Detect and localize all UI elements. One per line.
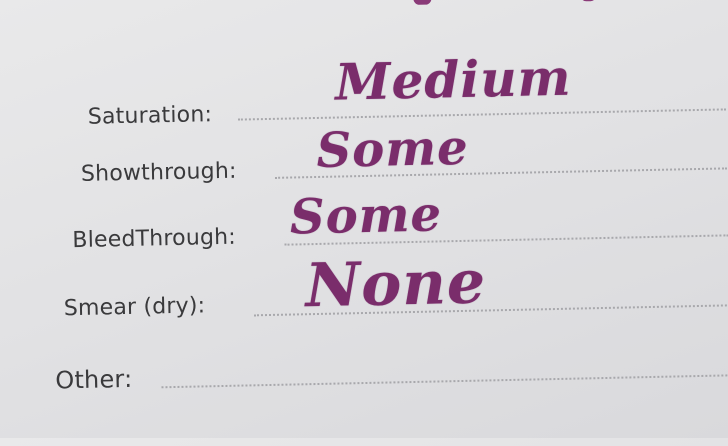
- other-rule: [161, 374, 728, 389]
- showthrough-label: Showthrough:: [80, 158, 237, 187]
- bleedthrough-label: BleedThrough:: [72, 224, 237, 254]
- other-label: Other:: [55, 364, 133, 395]
- saturation-value: Medium: [334, 47, 573, 112]
- saturation-label: Saturation:: [87, 102, 213, 130]
- cropped-handwriting-top-2: [580, 0, 597, 2]
- smear-dry-value: None: [304, 247, 487, 322]
- smear-dry-label: Smear (dry):: [63, 293, 206, 322]
- bleedthrough-value: Some: [289, 186, 443, 246]
- saturation-rule: [237, 108, 726, 121]
- cropped-handwriting-top: [413, 0, 432, 5]
- notebook-page-photo: Saturation: Medium Showthrough: Some Ble…: [0, 0, 728, 446]
- showthrough-value: Some: [315, 119, 470, 179]
